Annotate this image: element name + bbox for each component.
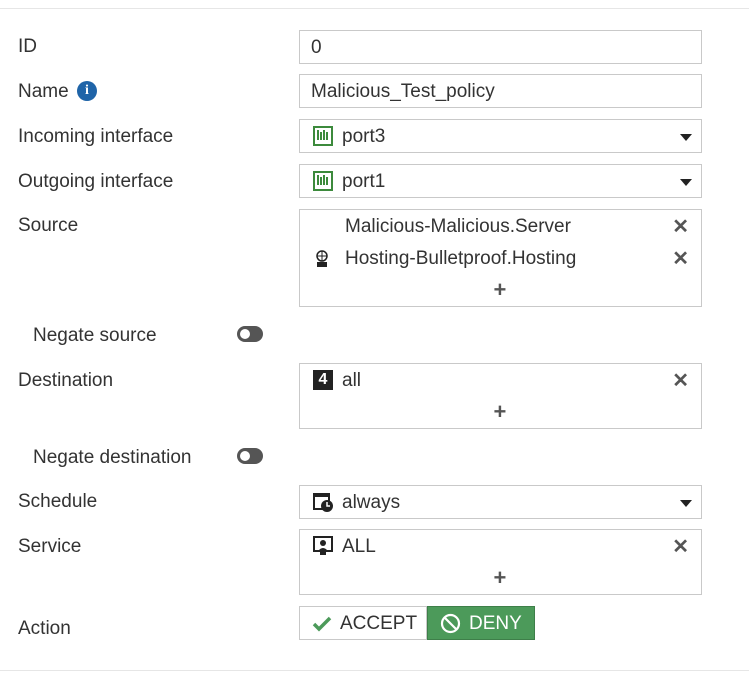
negate-destination-label: Negate destination bbox=[33, 447, 192, 468]
prohibited-icon bbox=[440, 613, 461, 634]
name-value: Malicious_Test_policy bbox=[311, 81, 495, 102]
outgoing-interface-value: port1 bbox=[342, 171, 386, 192]
id-field[interactable]: 0 bbox=[299, 30, 702, 64]
schedule-clock-icon bbox=[313, 493, 333, 512]
service-field[interactable]: ALL ✕ + bbox=[299, 529, 702, 595]
service-icon bbox=[313, 536, 333, 555]
source-item-malicious-server: Malicious-Malicious.Server bbox=[345, 216, 571, 237]
service-item-all: ALL bbox=[342, 536, 376, 557]
schedule-select[interactable]: always bbox=[299, 485, 702, 519]
chevron-down-icon bbox=[680, 179, 692, 186]
source-field[interactable]: Malicious-Malicious.Server ✕ Hosting-Bul… bbox=[299, 209, 702, 307]
close-icon[interactable]: ✕ bbox=[672, 537, 689, 557]
close-icon[interactable]: ✕ bbox=[672, 371, 689, 391]
destination-label: Destination bbox=[18, 370, 114, 391]
add-destination-icon[interactable]: + bbox=[494, 401, 507, 423]
action-label: Action bbox=[18, 618, 71, 639]
negate-source-label: Negate source bbox=[33, 325, 157, 346]
add-service-icon[interactable]: + bbox=[494, 567, 507, 589]
deny-label: DENY bbox=[469, 613, 522, 634]
checkmark-icon bbox=[312, 616, 332, 632]
internet-service-icon bbox=[316, 250, 328, 267]
chevron-down-icon bbox=[680, 134, 692, 141]
id-value: 0 bbox=[311, 37, 322, 58]
interface-port-icon bbox=[313, 171, 333, 191]
bottom-divider bbox=[0, 670, 749, 671]
incoming-interface-label: Incoming interface bbox=[18, 126, 174, 147]
name-field[interactable]: Malicious_Test_policy bbox=[299, 74, 702, 108]
negate-source-toggle[interactable] bbox=[237, 326, 263, 342]
destination-item-all: all bbox=[342, 370, 362, 391]
negate-destination-toggle[interactable] bbox=[237, 448, 263, 464]
source-item-bulletproof-hosting: Hosting-Bulletproof.Hosting bbox=[345, 248, 577, 269]
interface-port-icon bbox=[313, 126, 333, 146]
address-icon: 4 bbox=[313, 370, 333, 390]
outgoing-interface-select[interactable]: port1 bbox=[299, 164, 702, 198]
name-label: Name bbox=[18, 81, 69, 102]
id-label: ID bbox=[18, 36, 37, 57]
chevron-down-icon bbox=[680, 500, 692, 507]
deny-button[interactable]: DENY bbox=[427, 606, 535, 640]
source-label: Source bbox=[18, 215, 79, 236]
top-divider bbox=[0, 8, 749, 9]
incoming-interface-value: port3 bbox=[342, 126, 386, 147]
destination-field[interactable]: 4 all ✕ + bbox=[299, 363, 702, 429]
add-source-icon[interactable]: + bbox=[494, 279, 507, 301]
close-icon[interactable]: ✕ bbox=[672, 217, 689, 237]
accept-button[interactable]: ACCEPT bbox=[299, 606, 427, 640]
info-icon[interactable]: i bbox=[77, 81, 97, 101]
accept-label: ACCEPT bbox=[340, 613, 418, 634]
incoming-interface-select[interactable]: port3 bbox=[299, 119, 702, 153]
service-label: Service bbox=[18, 536, 82, 557]
schedule-label: Schedule bbox=[18, 491, 98, 512]
close-icon[interactable]: ✕ bbox=[672, 249, 689, 269]
schedule-value: always bbox=[342, 492, 401, 513]
outgoing-interface-label: Outgoing interface bbox=[18, 171, 174, 192]
